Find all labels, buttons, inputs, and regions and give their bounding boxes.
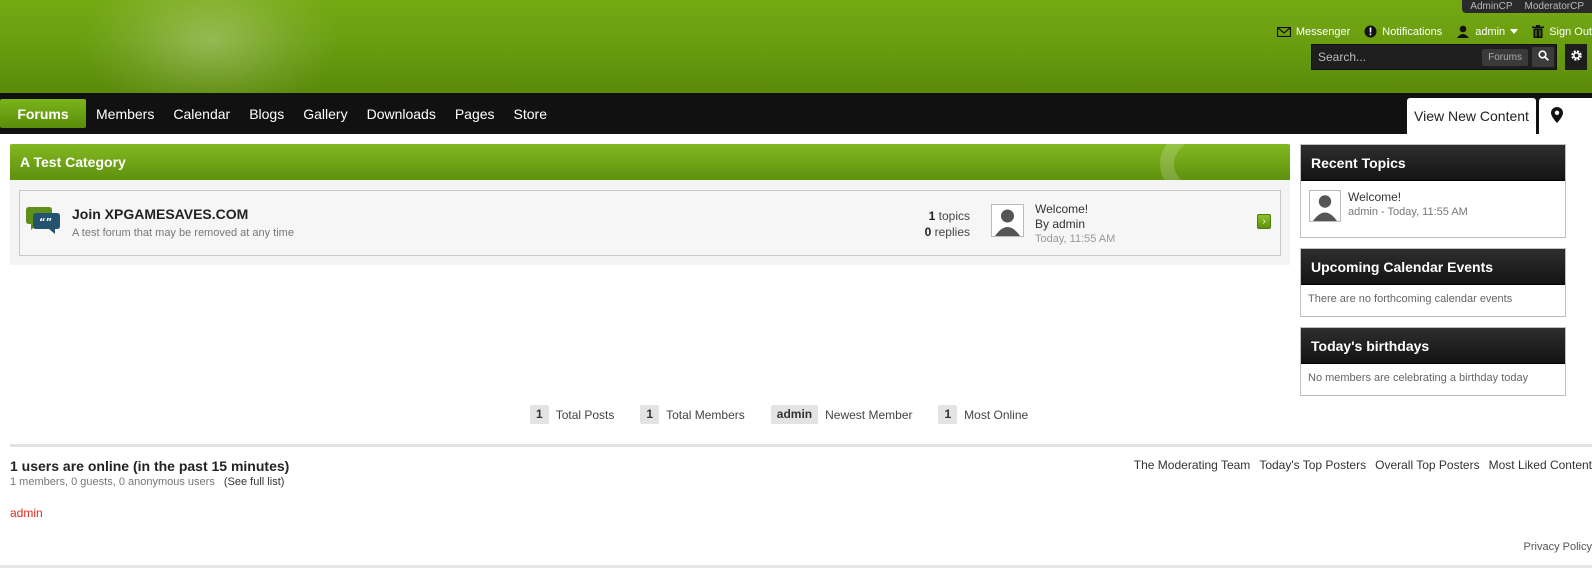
category-header: A Test Category [10, 144, 1290, 180]
calendar-events-empty: There are no forthcoming calendar events [1308, 293, 1513, 305]
user-menu[interactable]: admin [1456, 25, 1519, 38]
header-swoosh [1160, 144, 1290, 180]
board-stats: 1 Total Posts 1 Total Members admin Newe… [530, 405, 1054, 424]
tab-members[interactable]: Members [96, 106, 154, 122]
user-links: Messenger Notifications admin Sign Out [1276, 25, 1592, 38]
forum-description: A test forum that may be removed at any … [72, 227, 294, 239]
envelope-icon [1276, 26, 1291, 37]
forum-stats: 1 topics 0 replies [925, 208, 970, 240]
online-users-counts: 1 members, 0 guests, 0 anonymous users [10, 476, 215, 488]
search-placeholder: Search... [1318, 50, 1367, 64]
header-glow [80, 0, 340, 93]
tab-blogs[interactable]: Blogs [249, 106, 284, 122]
total-posts-label: Total Posts [555, 407, 615, 422]
forum-category: A Test Category “” Join XPGAMESAVES.COM … [10, 144, 1290, 265]
see-full-list-link[interactable]: (See full list) [224, 476, 285, 488]
forum-row: “” Join XPGAMESAVES.COM A test forum tha… [19, 190, 1281, 256]
topics-stat: 1 topics [925, 208, 970, 224]
most-liked-content-link[interactable]: Most Liked Content [1489, 458, 1592, 472]
newest-member-name[interactable]: admin [770, 405, 819, 424]
tab-forums[interactable]: Forums [0, 99, 86, 128]
online-users-title: 1 users are online (in the past 15 minut… [10, 458, 290, 474]
replies-count: 0 [924, 225, 932, 239]
newest-member-label: Newest Member [825, 407, 913, 422]
go-to-last-post-button[interactable]: › [1257, 214, 1271, 229]
sign-out-label: Sign Out [1549, 25, 1592, 38]
total-members-count: 1 [640, 405, 660, 424]
privacy-policy-link[interactable]: Privacy Policy [1524, 541, 1592, 553]
topics-label: topics [938, 209, 970, 223]
chevron-down-icon [1510, 29, 1519, 34]
overall-top-posters-link[interactable]: Overall Top Posters [1375, 458, 1480, 472]
main-nav: Forums Members Calendar Blogs Gallery Do… [0, 93, 1592, 134]
search-icon [1537, 50, 1549, 64]
avatar[interactable] [1309, 190, 1341, 222]
user-icon [1456, 25, 1470, 38]
section-divider [10, 444, 1592, 447]
location-button[interactable] [1539, 98, 1592, 134]
search-area: Search... Forums [1311, 44, 1592, 70]
sign-out-link[interactable]: Sign Out [1532, 25, 1592, 38]
recent-topics-title: Recent Topics [1301, 145, 1565, 181]
recent-topics-block: Recent Topics Welcome! admin - Today, 11… [1300, 144, 1566, 238]
calendar-events-title: Upcoming Calendar Events [1301, 249, 1565, 285]
site-header: AdminCP ModeratorCP Messenger Notificati… [0, 0, 1592, 93]
online-user-link[interactable]: admin [10, 506, 43, 520]
messenger-label: Messenger [1295, 25, 1351, 38]
nav-links: Members Calendar Blogs Gallery Downloads… [96, 93, 547, 134]
map-pin-icon [1551, 106, 1563, 126]
birthdays-title: Today's birthdays [1301, 328, 1565, 364]
search-scope-selector[interactable]: Forums [1482, 48, 1528, 66]
birthdays-block: Today's birthdays No members are celebra… [1300, 327, 1566, 396]
svg-text:“”: “” [39, 217, 52, 228]
birthdays-empty: No members are celebrating a birthday to… [1308, 372, 1529, 384]
todays-top-posters-link[interactable]: Today's Top Posters [1259, 458, 1366, 472]
total-posts-count: 1 [530, 405, 549, 424]
chevron-right-icon: › [1262, 216, 1266, 227]
messenger-link[interactable]: Messenger [1276, 25, 1351, 38]
moderatorcp-link[interactable]: ModeratorCP [1525, 1, 1584, 12]
topics-count: 1 [928, 209, 936, 223]
tab-store[interactable]: Store [514, 106, 547, 122]
online-links: The Moderating Team Today's Top Posters … [1134, 458, 1592, 472]
replies-stat: 0 replies [925, 224, 970, 240]
forum-title[interactable]: Join XPGAMESAVES.COM [72, 206, 248, 222]
search-button[interactable] [1532, 47, 1554, 67]
last-post-title[interactable]: Welcome! [1035, 202, 1115, 217]
notifications-label: Notifications [1382, 25, 1443, 38]
forum-chat-icon: “” [26, 205, 60, 238]
tab-downloads[interactable]: Downloads [367, 106, 436, 122]
replies-label: replies [934, 225, 970, 239]
tab-pages[interactable]: Pages [455, 106, 495, 122]
most-online-count: 1 [938, 405, 958, 424]
search-options-button[interactable] [1565, 44, 1587, 70]
user-name: admin [1475, 25, 1506, 38]
calendar-events-block: Upcoming Calendar Events There are no fo… [1300, 248, 1566, 317]
moderating-team-link[interactable]: The Moderating Team [1134, 458, 1251, 472]
search-input[interactable]: Search... Forums [1311, 44, 1557, 70]
view-new-content-button[interactable]: View New Content [1407, 98, 1536, 134]
tab-calendar[interactable]: Calendar [173, 106, 230, 122]
most-online-label: Most Online [964, 407, 1029, 422]
total-members-label: Total Members [666, 407, 745, 422]
trash-icon [1532, 25, 1545, 38]
admin-strip: AdminCP ModeratorCP [1462, 0, 1592, 13]
alert-icon [1364, 25, 1377, 38]
last-post-info: Welcome! By admin Today, 11:55 AM [1035, 202, 1115, 247]
tab-gallery[interactable]: Gallery [303, 106, 347, 122]
notifications-link[interactable]: Notifications [1364, 25, 1442, 38]
gear-icon [1570, 49, 1583, 65]
last-post-time: Today, 11:55 AM [1035, 233, 1116, 245]
category-title[interactable]: A Test Category [20, 154, 126, 170]
last-post-author[interactable]: By admin [1035, 217, 1115, 232]
admincp-link[interactable]: AdminCP [1470, 1, 1512, 12]
avatar[interactable] [991, 204, 1024, 237]
recent-topic-title[interactable]: Welcome! [1348, 190, 1401, 204]
recent-topic-meta: admin - Today, 11:55 AM [1348, 206, 1468, 218]
online-users-summary: 1 members, 0 guests, 0 anonymous users (… [10, 476, 284, 488]
footer-divider [0, 565, 1592, 568]
